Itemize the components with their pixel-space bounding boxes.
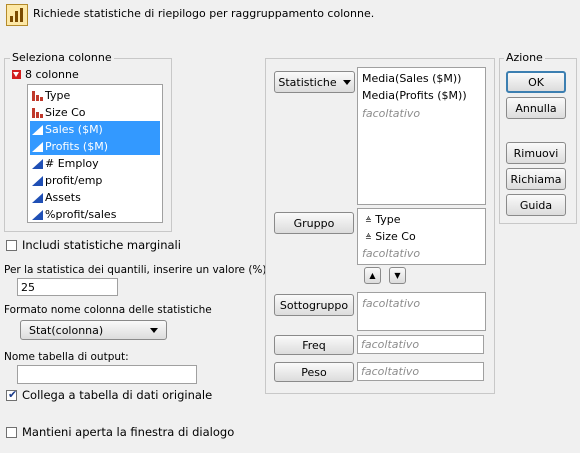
list-item-label: Profits ($M) [45, 140, 108, 153]
nominal-column-icon [32, 90, 43, 101]
list-item-label: Type [45, 89, 71, 102]
list-item-label: Assets [45, 191, 81, 204]
ok-button[interactable]: OK [506, 71, 566, 93]
keep-open-label: Mantieni aperta la finestra di dialogo [22, 425, 235, 439]
continuous-column-icon [32, 124, 43, 135]
list-item[interactable]: Profits ($M) [30, 138, 160, 155]
nominal-order-icon: ≜ [365, 233, 372, 242]
continuous-column-icon [32, 141, 43, 152]
columns-list[interactable]: Type Size Co Sales ($M) Profits ($M) # E… [27, 84, 163, 223]
list-item[interactable]: # Employ [30, 155, 160, 172]
chevron-down-icon [150, 327, 158, 333]
arrow-down-icon: ▼ [394, 271, 401, 280]
freq-button[interactable]: Freq [274, 335, 354, 355]
help-button[interactable]: Guida [506, 194, 566, 216]
list-item[interactable]: Sales ($M) [30, 121, 160, 138]
keep-open-checkbox[interactable] [6, 427, 17, 438]
continuous-column-icon [32, 192, 43, 203]
triangle-down-icon [13, 72, 19, 77]
list-item-label: %profit/sales [45, 208, 117, 221]
statistics-role-list[interactable]: Media(Sales ($M)) Media(Profits ($M)) fa… [357, 67, 486, 205]
format-dropdown[interactable]: Stat(colonna) [20, 320, 167, 340]
weight-button[interactable]: Peso [274, 362, 354, 382]
remove-button[interactable]: Rimuovi [506, 142, 566, 164]
weight-role-field[interactable]: facoltativo [357, 362, 484, 381]
subgroup-role-list[interactable]: facoltativo [357, 292, 486, 331]
weight-optional-hint: facoltativo [361, 365, 420, 378]
continuous-column-icon [32, 175, 43, 186]
quantile-input[interactable]: 25 [17, 278, 118, 296]
cancel-button[interactable]: Annulla [506, 97, 566, 119]
subgroup-optional-hint: facoltativo [362, 297, 421, 310]
list-item[interactable]: %profit/sales [30, 206, 160, 223]
statistics-item[interactable]: Media(Profits ($M)) [362, 89, 467, 102]
marginal-stats-checkbox[interactable] [6, 240, 17, 251]
continuous-column-icon [32, 209, 43, 220]
statistics-button[interactable]: Statistiche [274, 71, 355, 93]
dialog-description: Richiede statistiche di riepilogo per ra… [33, 7, 375, 20]
select-columns-title: Seleziona colonne [10, 51, 114, 64]
group-item[interactable]: ≜ Size Co [365, 230, 416, 243]
group-button[interactable]: Gruppo [274, 212, 354, 234]
nominal-column-icon [32, 107, 43, 118]
list-item-label: profit/emp [45, 174, 103, 187]
arrow-up-icon: ▲ [369, 271, 376, 280]
list-item[interactable]: Type [30, 87, 160, 104]
recall-button[interactable]: Richiama [506, 168, 566, 190]
list-item[interactable]: Size Co [30, 104, 160, 121]
subgroup-button[interactable]: Sottogruppo [274, 294, 354, 316]
move-down-button[interactable]: ▼ [389, 267, 406, 284]
output-table-label: Nome tabella di output: [4, 351, 129, 363]
list-item-label: # Employ [45, 157, 99, 170]
list-item-label: Sales ($M) [45, 123, 103, 136]
quantile-label: Per la statistica dei quantili, inserire… [4, 264, 267, 276]
freq-role-field[interactable]: facoltativo [357, 335, 484, 354]
list-item[interactable]: Assets [30, 189, 160, 206]
check-icon: ✔ [8, 388, 18, 401]
link-original-label: Collega a tabella di dati originale [22, 388, 213, 402]
output-table-input[interactable] [17, 365, 197, 384]
group-item-label: Type [375, 213, 401, 226]
chevron-down-icon [342, 79, 351, 85]
statistics-optional-hint: facoltativo [362, 107, 421, 120]
list-item[interactable]: profit/emp [30, 172, 160, 189]
marginal-stats-label: Includi statistiche marginali [22, 238, 181, 252]
format-label: Formato nome colonna delle statistiche [4, 304, 212, 316]
continuous-column-icon [32, 158, 43, 169]
group-item[interactable]: ≜ Type [365, 213, 400, 226]
column-count: 8 colonne [25, 68, 79, 81]
format-dropdown-value: Stat(colonna) [29, 323, 104, 337]
group-role-list[interactable]: ≜ Type ≜ Size Co facoltativo [357, 208, 486, 265]
group-item-label: Size Co [375, 230, 416, 243]
statistics-item[interactable]: Media(Sales ($M)) [362, 72, 461, 85]
columns-collapse-toggle[interactable] [12, 70, 21, 79]
move-up-button[interactable]: ▲ [364, 267, 381, 284]
nominal-order-icon: ≜ [365, 216, 372, 225]
link-original-checkbox[interactable]: ✔ [6, 388, 18, 401]
group-optional-hint: facoltativo [362, 247, 421, 260]
freq-optional-hint: facoltativo [361, 338, 420, 351]
action-panel-title: Azione [504, 51, 545, 64]
list-item-label: Size Co [45, 106, 86, 119]
summary-platform-icon [6, 4, 28, 26]
statistics-button-label: Statistiche [278, 75, 337, 89]
